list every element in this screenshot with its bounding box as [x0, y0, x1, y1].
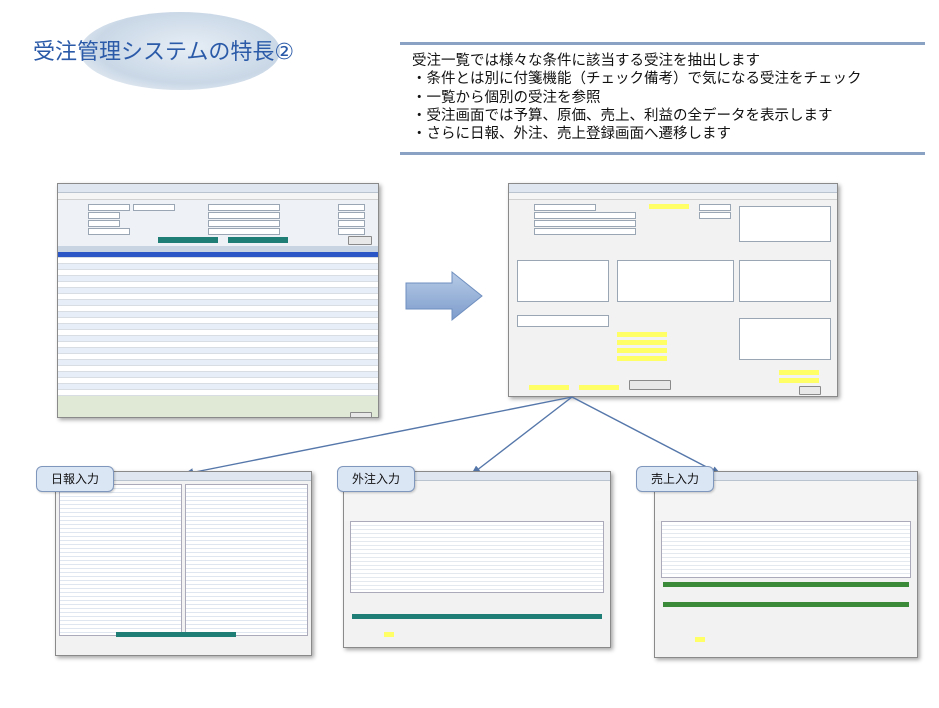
total-bar — [352, 614, 602, 619]
highlight-field — [695, 637, 705, 642]
report-grid — [59, 484, 182, 636]
daily-report-window — [55, 471, 312, 656]
total-bar — [116, 632, 236, 637]
total-bar — [663, 582, 909, 587]
total-bar — [663, 602, 909, 607]
uriage-label: 売上入力 — [636, 466, 714, 492]
gaichu-label: 外注入力 — [337, 466, 415, 492]
report-grid — [185, 484, 308, 636]
sales-window — [654, 471, 918, 658]
nippo-label: 日報入力 — [36, 466, 114, 492]
outsource-grid — [350, 521, 604, 593]
highlight-field — [384, 632, 394, 637]
sales-grid — [661, 521, 911, 578]
outsource-window — [343, 471, 611, 648]
daily-report-grids — [56, 481, 311, 639]
